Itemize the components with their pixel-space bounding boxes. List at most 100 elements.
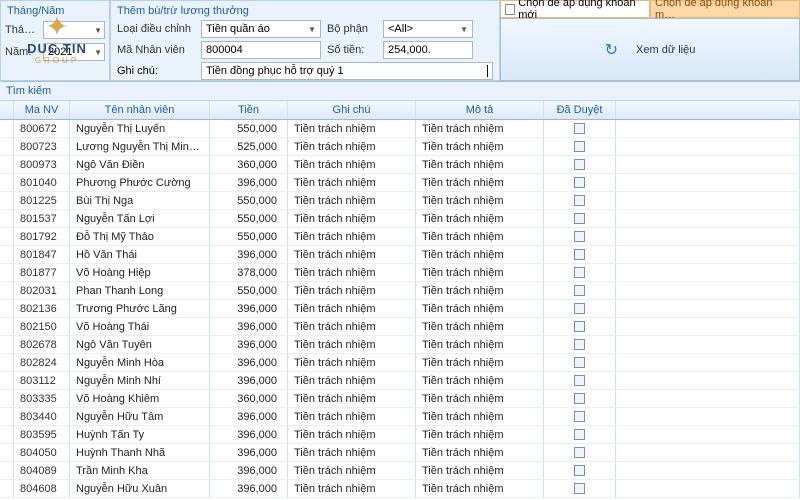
col-ghi[interactable]: Ghi chú: [288, 101, 416, 119]
table-row[interactable]: 800723Lương Nguyễn Thị Minh...525,000Tiề…: [0, 138, 800, 156]
table-row[interactable]: 803595Huỳnh Tấn Ty396,000Tiền trách nhiệ…: [0, 426, 800, 444]
emp-input[interactable]: 800004: [201, 41, 321, 59]
cell-tien: 396,000: [210, 336, 288, 353]
cell-ghi: Tiền trách nhiệm: [288, 264, 416, 281]
cell-duyet[interactable]: [544, 408, 616, 425]
row-selector[interactable]: [0, 174, 14, 191]
table-row[interactable]: 801537Nguyễn Tấn Lợi550,000Tiền trách nh…: [0, 210, 800, 228]
cell-duyet[interactable]: [544, 264, 616, 281]
table-row[interactable]: 804089Trần Minh Kha396,000Tiền trách nhi…: [0, 462, 800, 480]
apply-new-option[interactable]: Chọn để áp dụng khoản mới: [500, 0, 650, 18]
amount-input[interactable]: 254,000.: [383, 41, 473, 59]
checkbox-icon: [574, 429, 585, 440]
dept-select[interactable]: <All> ▼: [383, 20, 473, 38]
row-selector[interactable]: [0, 480, 14, 497]
cell-duyet[interactable]: [544, 390, 616, 407]
table-row[interactable]: 802031Phan Thanh Long550,000Tiền trách n…: [0, 282, 800, 300]
table-row[interactable]: 802136Trương Phước Lãng396,000Tiền trách…: [0, 300, 800, 318]
cell-tien: 550,000: [210, 228, 288, 245]
cell-duyet[interactable]: [544, 246, 616, 263]
cell-duyet[interactable]: [544, 282, 616, 299]
row-selector[interactable]: [0, 264, 14, 281]
table-row[interactable]: 802678Ngô Văn Tuyên396,000Tiền trách nhi…: [0, 336, 800, 354]
table-row[interactable]: 800672Nguyễn Thị Luyến550,000Tiền trách …: [0, 120, 800, 138]
cell-duyet[interactable]: [544, 192, 616, 209]
cell-duyet[interactable]: [544, 318, 616, 335]
row-selector[interactable]: [0, 462, 14, 479]
checkbox-icon: [574, 339, 585, 350]
month-select[interactable]: ▼: [43, 21, 105, 39]
col-ma[interactable]: Ma NV: [14, 101, 70, 119]
col-mota[interactable]: Mô tả: [416, 101, 544, 119]
col-tien[interactable]: Tiền: [210, 101, 288, 119]
view-data-button[interactable]: ↻ Xem dữ liệu: [500, 18, 800, 81]
table-row[interactable]: 801792Đỗ Thị Mỹ Thảo550,000Tiền trách nh…: [0, 228, 800, 246]
row-selector[interactable]: [0, 192, 14, 209]
cell-duyet[interactable]: [544, 444, 616, 461]
row-selector[interactable]: [0, 444, 14, 461]
row-selector[interactable]: [0, 372, 14, 389]
amount-label: Số tiền:: [327, 44, 377, 56]
table-row[interactable]: 801877Võ Hoàng Hiệp378,000Tiền trách nhi…: [0, 264, 800, 282]
note-input[interactable]: Tiền đồng phục hỗ trợ quý 1: [201, 62, 493, 80]
row-selector[interactable]: [0, 318, 14, 335]
table-row[interactable]: 800973Ngô Văn Điền360,000Tiền trách nhiệ…: [0, 156, 800, 174]
table-row[interactable]: 803440Nguyễn Hữu Tâm396,000Tiền trách nh…: [0, 408, 800, 426]
table-row[interactable]: 801225Bùi Thị Nga550,000Tiền trách nhiệm…: [0, 192, 800, 210]
type-select[interactable]: Tiền quần áo ▼: [201, 20, 321, 38]
table-row[interactable]: 803112Nguyễn Minh Nhí396,000Tiền trách n…: [0, 372, 800, 390]
cell-duyet[interactable]: [544, 480, 616, 497]
row-selector[interactable]: [0, 210, 14, 227]
row-selector[interactable]: [0, 156, 14, 173]
cell-duyet[interactable]: [544, 138, 616, 155]
grid-body[interactable]: 800672Nguyễn Thị Luyến550,000Tiền trách …: [0, 120, 800, 498]
cell-duyet[interactable]: [544, 426, 616, 443]
table-row[interactable]: 803335Võ Hoàng Khiêm360,000Tiền trách nh…: [0, 390, 800, 408]
table-row[interactable]: 801847Hồ Văn Thái396,000Tiền trách nhiệm…: [0, 246, 800, 264]
cell-ma: 803335: [14, 390, 70, 407]
row-selector[interactable]: [0, 300, 14, 317]
cell-duyet[interactable]: [544, 228, 616, 245]
cell-duyet[interactable]: [544, 354, 616, 371]
cell-ghi: Tiền trách nhiệm: [288, 282, 416, 299]
row-selector[interactable]: [0, 390, 14, 407]
apply-option-2[interactable]: Chọn để áp dụng khoản m…: [650, 0, 800, 18]
cell-ten: Võ Hoàng Khiêm: [70, 390, 210, 407]
row-selector[interactable]: [0, 426, 14, 443]
cell-spacer: [616, 282, 800, 299]
period-header: Tháng/Năm: [3, 3, 107, 19]
checkbox-icon: [574, 375, 585, 386]
row-selector[interactable]: [0, 354, 14, 371]
cell-mota: Tiền trách nhiệm: [416, 120, 544, 137]
cell-ghi: Tiền trách nhiệm: [288, 120, 416, 137]
row-selector[interactable]: [0, 282, 14, 299]
table-row[interactable]: 804050Huỳnh Thanh Nhã396,000Tiền trách n…: [0, 444, 800, 462]
row-selector[interactable]: [0, 138, 14, 155]
row-selector[interactable]: [0, 246, 14, 263]
row-selector[interactable]: [0, 120, 14, 137]
row-selector[interactable]: [0, 228, 14, 245]
cell-duyet[interactable]: [544, 300, 616, 317]
checkbox-icon: [574, 285, 585, 296]
dept-value: <All>: [388, 23, 413, 35]
cell-duyet[interactable]: [544, 372, 616, 389]
cell-ma: 803440: [14, 408, 70, 425]
year-select[interactable]: 2021 ▼: [43, 43, 105, 61]
cell-duyet[interactable]: [544, 210, 616, 227]
cell-duyet[interactable]: [544, 120, 616, 137]
table-row[interactable]: 804608Nguyễn Hữu Xuân396,000Tiền trách n…: [0, 480, 800, 498]
col-ten[interactable]: Tên nhân viên: [70, 101, 210, 119]
table-row[interactable]: 801040Phương Phước Cường396,000Tiền trác…: [0, 174, 800, 192]
cell-duyet[interactable]: [544, 156, 616, 173]
col-duyet[interactable]: Đã Duyệt: [544, 101, 616, 119]
row-selector[interactable]: [0, 336, 14, 353]
cell-duyet[interactable]: [544, 174, 616, 191]
cell-duyet[interactable]: [544, 462, 616, 479]
row-selector[interactable]: [0, 408, 14, 425]
chevron-down-icon: ▼: [308, 25, 316, 34]
view-data-label: Xem dữ liệu: [636, 44, 695, 56]
table-row[interactable]: 802150Võ Hoàng Thái396,000Tiền trách nhi…: [0, 318, 800, 336]
cell-duyet[interactable]: [544, 336, 616, 353]
table-row[interactable]: 802824Nguyễn Minh Hòa396,000Tiền trách n…: [0, 354, 800, 372]
cell-mota: Tiền trách nhiệm: [416, 480, 544, 497]
